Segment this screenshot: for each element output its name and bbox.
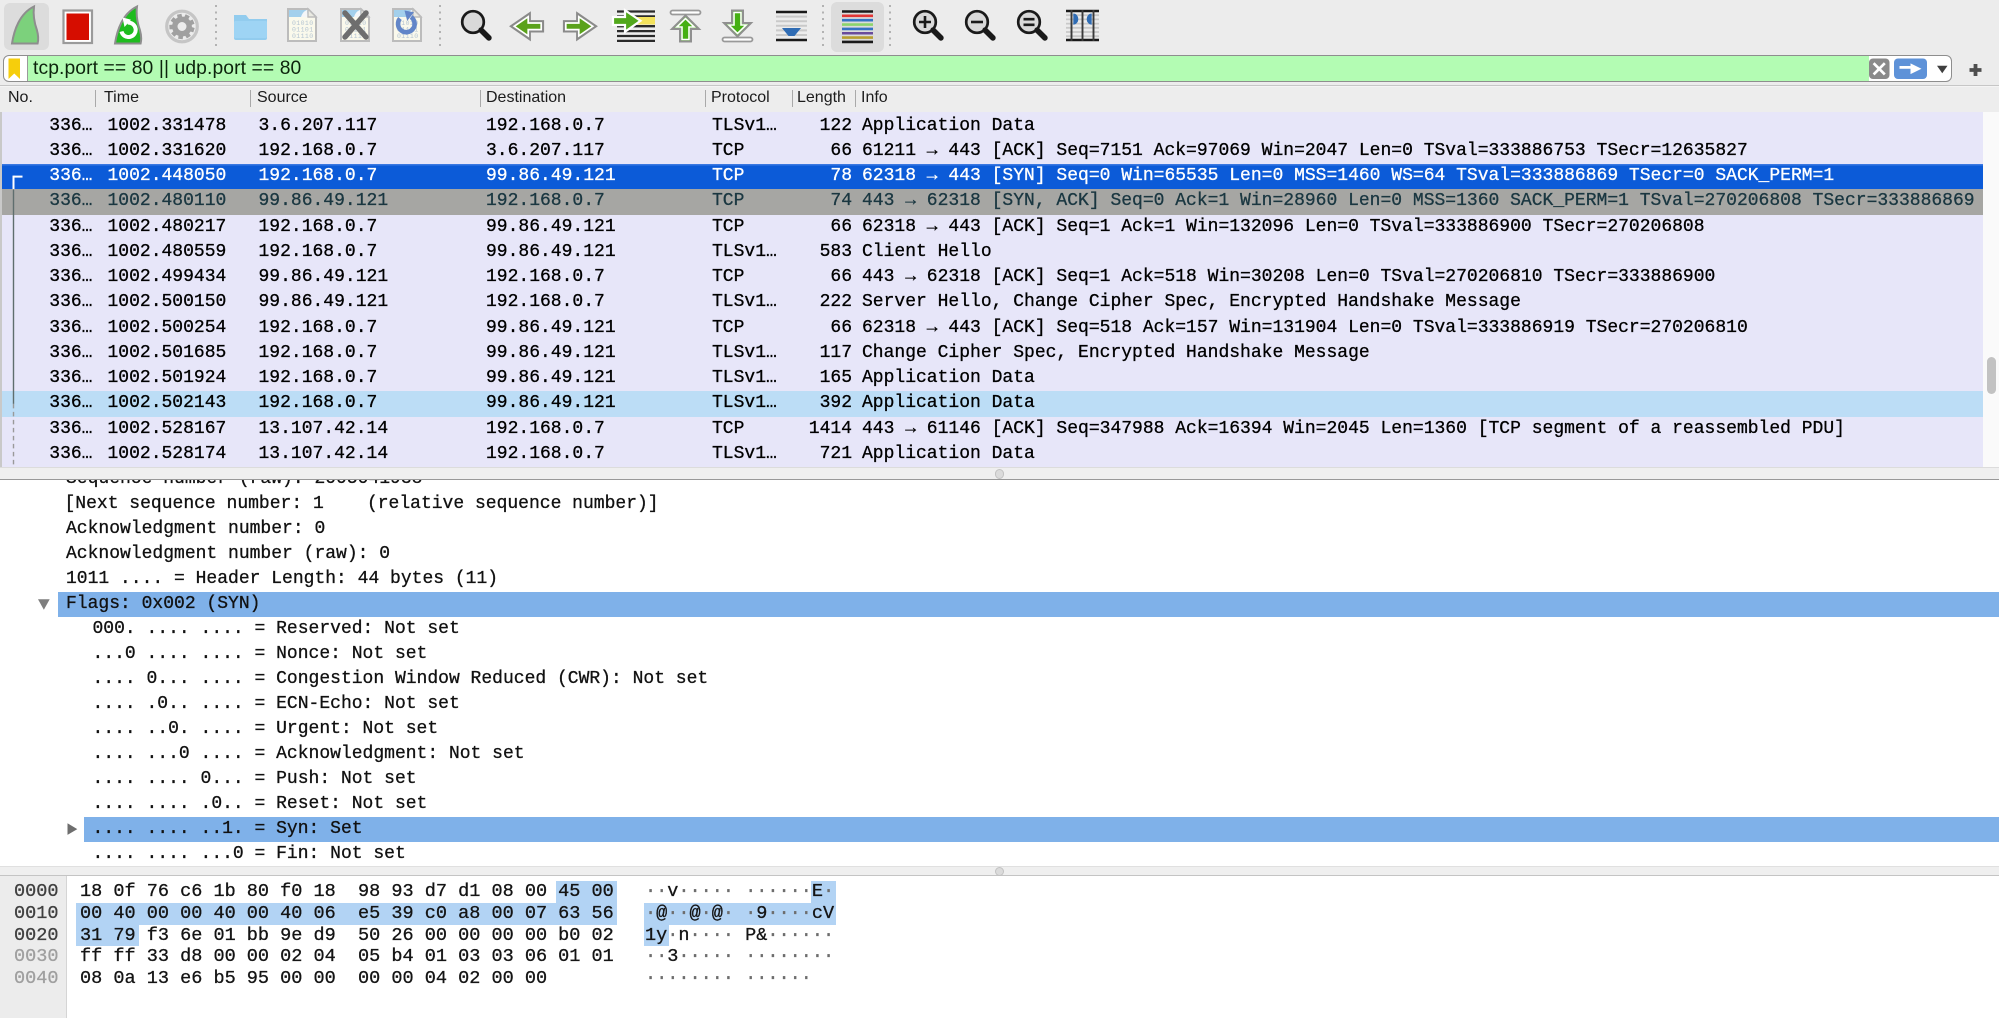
svg-text:01110: 01110	[292, 33, 314, 40]
